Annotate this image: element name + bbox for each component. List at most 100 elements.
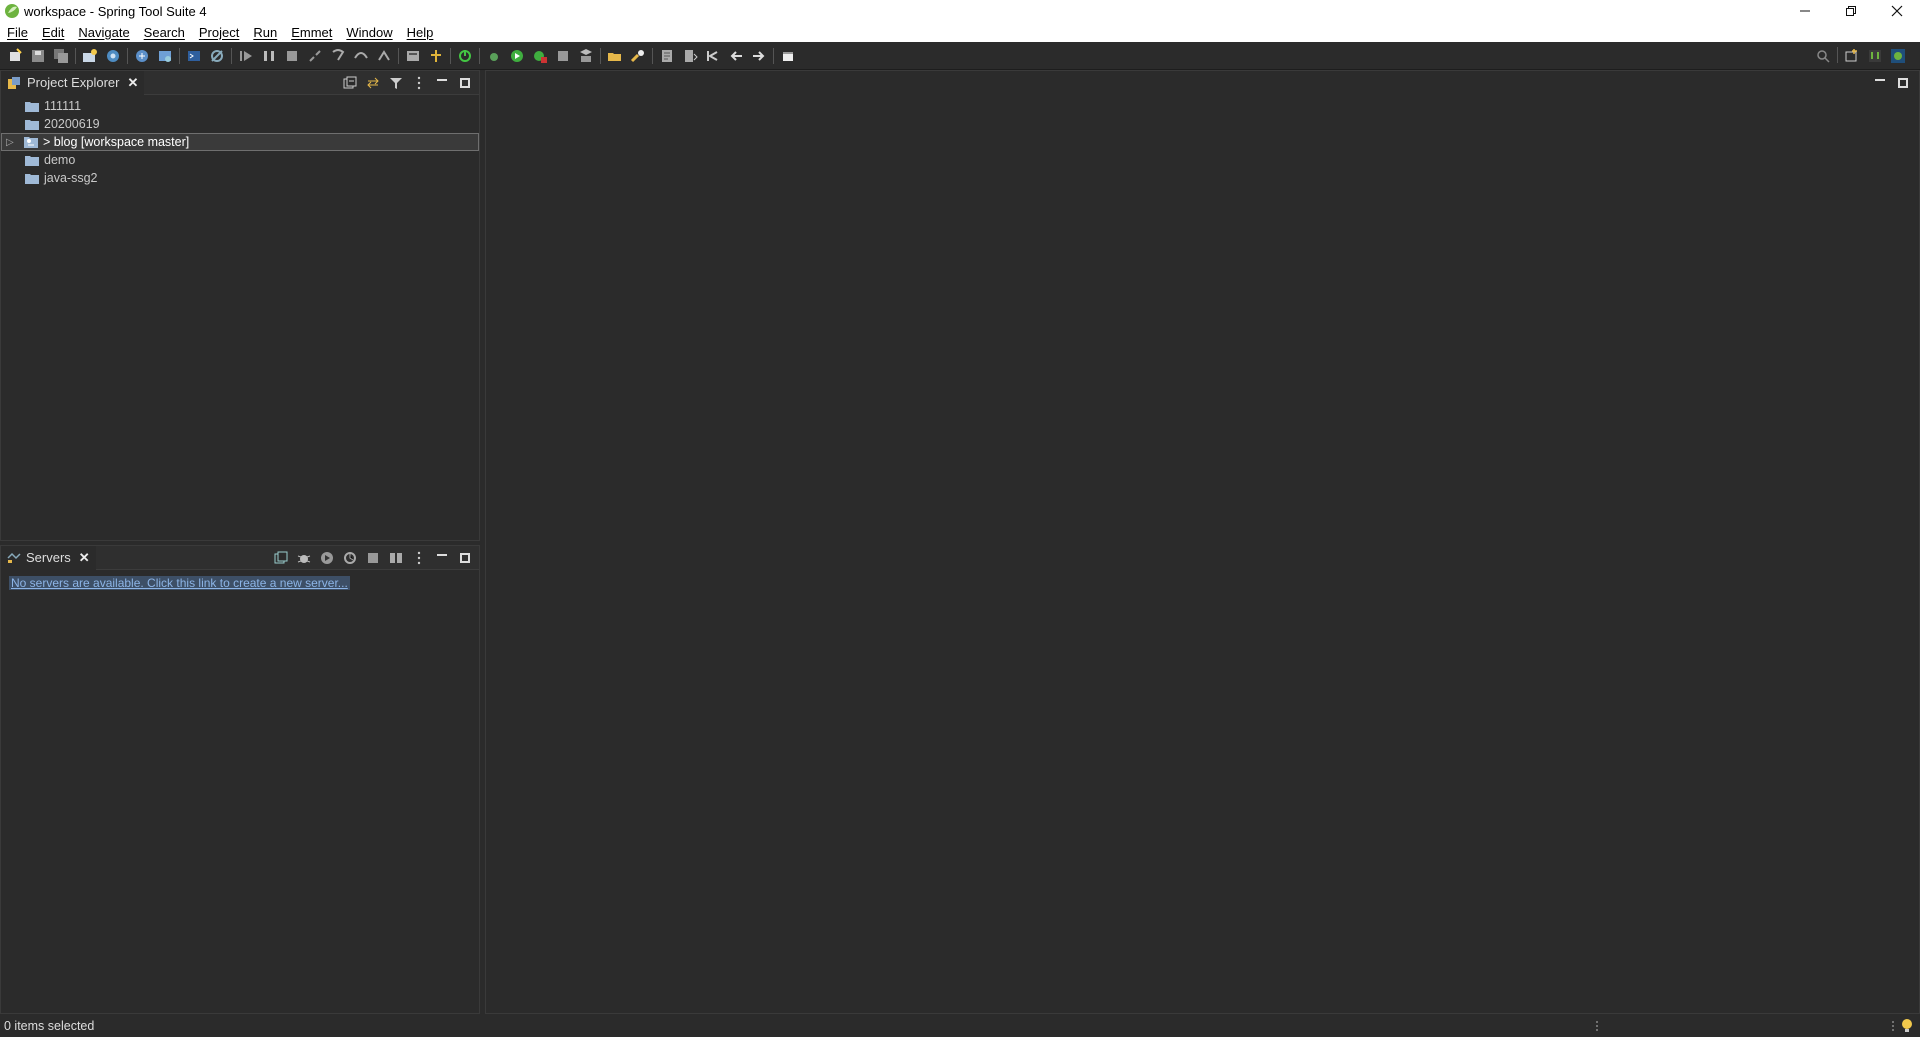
open-folder-button[interactable] — [606, 47, 624, 65]
new-button[interactable] — [6, 47, 24, 65]
run-button[interactable] — [508, 47, 526, 65]
boot-dashboard-button[interactable] — [404, 47, 422, 65]
toolbar-separator — [179, 47, 180, 64]
window-controls — [1782, 0, 1920, 22]
debug-button[interactable] — [485, 47, 503, 65]
project-tree: 111111 20200619 ▷ > blog [workspace mast… — [1, 95, 479, 187]
maximize-editor-button[interactable] — [1895, 75, 1911, 91]
tree-item-demo[interactable]: demo — [1, 151, 479, 169]
spring-start-button[interactable] — [456, 47, 474, 65]
tree-item-java-ssg2[interactable]: java-ssg2 — [1, 169, 479, 187]
tree-item-label: demo — [44, 153, 76, 167]
annotation-button[interactable] — [658, 47, 676, 65]
profile-server-button[interactable] — [342, 550, 358, 566]
minimize-button[interactable] — [1782, 0, 1828, 22]
skip-breakpoints-button[interactable] — [208, 47, 226, 65]
menu-edit[interactable]: Edit — [35, 25, 71, 40]
annotation-icon — [662, 49, 672, 62]
open-task-icon — [159, 50, 171, 62]
java-perspective-button[interactable] — [1866, 47, 1884, 65]
spring-boot-button[interactable] — [104, 47, 122, 65]
new-project-button[interactable] — [81, 47, 99, 65]
search-tool-button[interactable] — [629, 47, 647, 65]
coverage-button[interactable] — [554, 47, 572, 65]
lightbulb-icon[interactable] — [1900, 1018, 1914, 1034]
editor-tools — [1865, 75, 1911, 91]
tree-item-111111[interactable]: 111111 — [1, 97, 479, 115]
minimize-view-button[interactable] — [434, 550, 450, 566]
forward-button[interactable] — [750, 47, 768, 65]
open-task-button[interactable] — [156, 47, 174, 65]
save-all-icon — [54, 48, 68, 63]
bug-icon — [297, 555, 311, 563]
link-with-editor-button[interactable] — [365, 75, 381, 91]
view-menu-button[interactable] — [411, 75, 427, 91]
tab-project-explorer[interactable]: Project Explorer ✕ — [1, 70, 145, 95]
restore-button[interactable] — [1828, 0, 1874, 22]
menu-file[interactable]: File — [0, 25, 35, 40]
close-icon — [1891, 5, 1903, 17]
disconnect-icon — [309, 49, 321, 62]
next-annotation-button[interactable] — [681, 47, 699, 65]
run-external-button[interactable] — [531, 47, 549, 65]
drag-handle-icon[interactable] — [1890, 1019, 1896, 1033]
pin-editor-button[interactable] — [779, 47, 797, 65]
menu-window[interactable]: Window — [339, 25, 399, 40]
toolbar-separator — [450, 47, 451, 64]
save-all-button[interactable] — [52, 47, 70, 65]
resume-icon — [240, 50, 252, 61]
git-button[interactable] — [427, 47, 445, 65]
collapse-all-button[interactable] — [273, 550, 289, 566]
tree-item-20200619[interactable]: 20200619 — [1, 115, 479, 133]
toolbar-separator — [231, 47, 232, 64]
collapse-all-button[interactable] — [342, 75, 358, 91]
suspend-button[interactable] — [260, 47, 278, 65]
save-button[interactable] — [29, 47, 47, 65]
disconnect-button[interactable] — [306, 47, 324, 65]
close-tab-icon[interactable]: ✕ — [127, 75, 138, 91]
step-return-button[interactable] — [375, 47, 393, 65]
search-button[interactable] — [1814, 47, 1832, 65]
view-menu-button[interactable] — [411, 550, 427, 566]
step-over-icon — [354, 51, 368, 59]
spring-logo-icon — [5, 4, 19, 18]
menu-run[interactable]: Run — [246, 25, 284, 40]
spring-perspective-button[interactable] — [1889, 47, 1907, 65]
minimize-editor-button[interactable] — [1872, 75, 1888, 91]
menu-emmet[interactable]: Emmet — [284, 25, 339, 40]
menu-help[interactable]: Help — [400, 25, 441, 40]
last-edit-button[interactable] — [704, 47, 722, 65]
console-icon — [188, 50, 200, 61]
terminate-button[interactable] — [283, 47, 301, 65]
menu-search[interactable]: Search — [137, 25, 192, 40]
step-into-button[interactable] — [329, 47, 347, 65]
publish-button[interactable] — [388, 550, 404, 566]
menu-navigate[interactable]: Navigate — [71, 25, 136, 40]
filter-button[interactable] — [388, 75, 404, 91]
back-button[interactable] — [727, 47, 745, 65]
new-server-button[interactable] — [577, 47, 595, 65]
stop-server-button[interactable] — [365, 550, 381, 566]
maximize-view-button[interactable] — [457, 550, 473, 566]
tab-servers[interactable]: Servers ✕ — [1, 545, 96, 570]
run-icon — [511, 49, 523, 62]
menu-project[interactable]: Project — [192, 25, 246, 40]
drag-handle-icon[interactable] — [1594, 1019, 1600, 1033]
open-perspective-button[interactable] — [1843, 47, 1861, 65]
expand-arrow-icon[interactable]: ▷ — [6, 137, 18, 148]
open-type-button[interactable] — [133, 47, 151, 65]
tree-item-label: > blog [workspace master] — [43, 135, 190, 149]
close-button[interactable] — [1874, 0, 1920, 22]
git-project-icon — [24, 137, 38, 148]
create-server-link[interactable]: No servers are available. Click this lin… — [9, 576, 350, 590]
close-tab-icon[interactable]: ✕ — [79, 550, 90, 566]
start-server-button[interactable] — [319, 550, 335, 566]
minimize-view-button[interactable] — [434, 75, 450, 91]
step-over-button[interactable] — [352, 47, 370, 65]
tree-item-blog[interactable]: ▷ > blog [workspace master] — [1, 133, 479, 151]
debug-server-button[interactable] — [296, 550, 312, 566]
resume-button[interactable] — [237, 47, 255, 65]
console-button[interactable] — [185, 47, 203, 65]
project-explorer-header: Project Explorer ✕ — [1, 70, 479, 95]
maximize-view-button[interactable] — [457, 75, 473, 91]
